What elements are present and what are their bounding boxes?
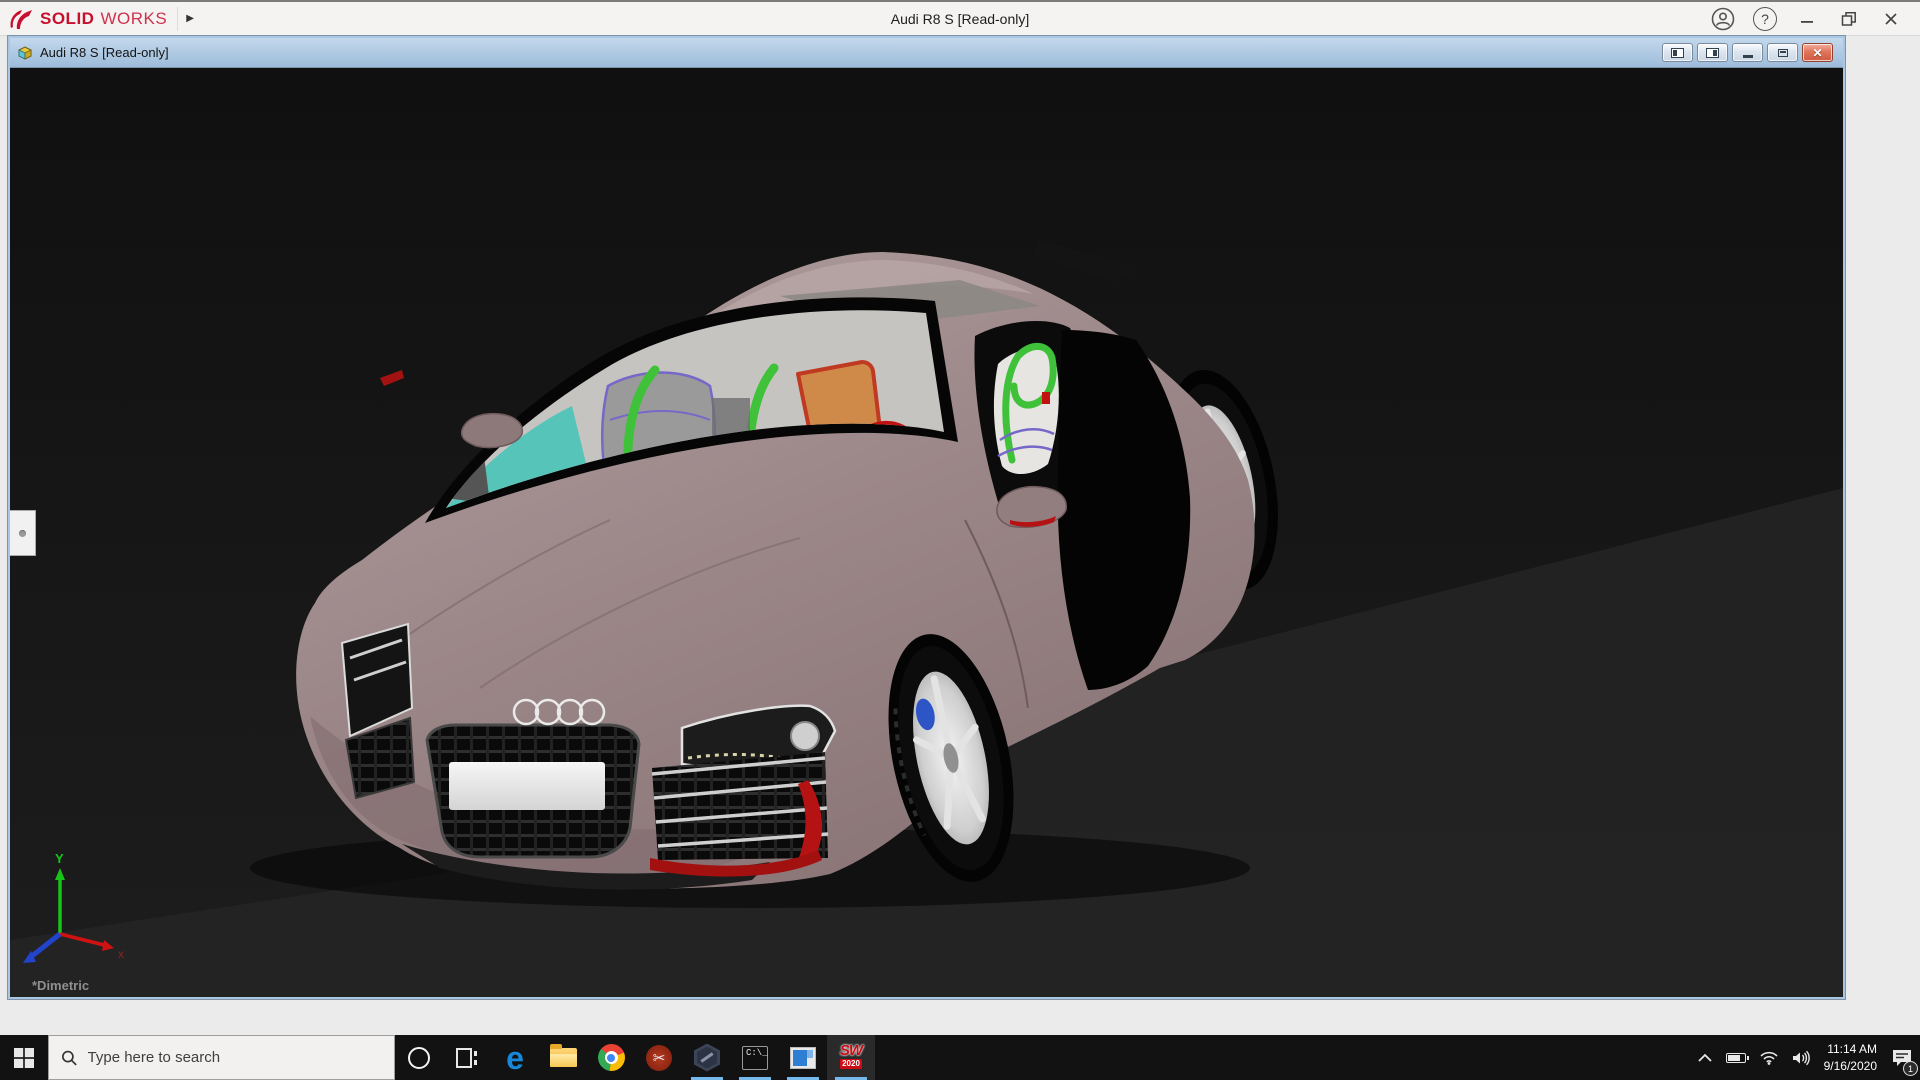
doc-close-icon: ✕ bbox=[1812, 47, 1822, 59]
battery-icon bbox=[1726, 1053, 1746, 1063]
wifi-icon bbox=[1760, 1051, 1778, 1065]
tray-date: 9/16/2020 bbox=[1824, 1058, 1877, 1074]
notification-count-badge: 1 bbox=[1903, 1061, 1918, 1076]
featuremanager-collapse-tab[interactable] bbox=[10, 510, 36, 556]
brand-text-bold: SOLID bbox=[40, 9, 94, 29]
taskbar-3d-viewer-button[interactable] bbox=[683, 1035, 731, 1080]
restore-button[interactable] bbox=[1830, 4, 1868, 34]
passenger-seat bbox=[994, 346, 1059, 474]
search-icon bbox=[61, 1049, 78, 1067]
right-intake-grille[interactable] bbox=[650, 752, 828, 877]
photos-app-icon bbox=[790, 1047, 816, 1069]
command-prompt-icon: C:\_ bbox=[742, 1046, 768, 1070]
solidworks-2020-icon: SW 2020 bbox=[836, 1043, 866, 1073]
app-window-controls: ? bbox=[1704, 4, 1920, 34]
taskbar-snipping-tool-button[interactable]: ✂ bbox=[635, 1035, 683, 1080]
taskbar-chrome-button[interactable] bbox=[587, 1035, 635, 1080]
brand-text-light: WORKS bbox=[100, 9, 167, 29]
tray-time: 11:14 AM bbox=[1827, 1041, 1877, 1057]
show-left-pane-button[interactable] bbox=[1662, 43, 1693, 62]
view-orientation-label: *Dimetric bbox=[32, 978, 89, 993]
cortana-button[interactable] bbox=[395, 1035, 443, 1080]
taskbar-edge-button[interactable]: e bbox=[491, 1035, 539, 1080]
search-input[interactable] bbox=[88, 1049, 382, 1066]
taskbar-solidworks-button[interactable]: SW 2020 bbox=[827, 1035, 875, 1080]
document-title: Audi R8 S [Read-only] bbox=[40, 45, 169, 60]
edge-icon: e bbox=[506, 1042, 524, 1074]
chevron-up-icon bbox=[1698, 1053, 1712, 1063]
doc-minimize-button[interactable] bbox=[1732, 43, 1763, 62]
account-icon bbox=[1711, 7, 1735, 31]
document-window: Audi R8 S [Read-only] ✕ bbox=[8, 36, 1845, 999]
graphics-viewport[interactable]: Y x *Dimetric bbox=[10, 68, 1843, 997]
close-icon bbox=[1884, 12, 1898, 26]
doc-restore-button[interactable] bbox=[1767, 43, 1798, 62]
doc-close-button[interactable]: ✕ bbox=[1802, 43, 1833, 62]
taskbar-file-explorer-button[interactable] bbox=[539, 1035, 587, 1080]
windows-logo-icon bbox=[13, 1047, 35, 1069]
left-mirror[interactable] bbox=[462, 414, 523, 448]
minimize-icon bbox=[1800, 12, 1814, 26]
taskbar-photos-button[interactable] bbox=[779, 1035, 827, 1080]
left-pane-icon bbox=[1671, 48, 1684, 58]
doc-minimize-icon bbox=[1743, 55, 1753, 58]
audi-r8-3d-model[interactable]: Y x bbox=[10, 68, 1843, 997]
minimize-button[interactable] bbox=[1788, 4, 1826, 34]
speaker-icon bbox=[1792, 1050, 1810, 1066]
clock[interactable]: 11:14 AM 9/16/2020 bbox=[1817, 1035, 1884, 1080]
account-button[interactable] bbox=[1704, 4, 1742, 34]
snipping-tool-icon: ✂ bbox=[646, 1045, 672, 1071]
volume-button[interactable] bbox=[1785, 1035, 1817, 1080]
battery-button[interactable] bbox=[1719, 1035, 1753, 1080]
taskbar: e ✂ C:\_ SW 2020 bbox=[0, 1035, 1920, 1080]
task-view-button[interactable] bbox=[443, 1035, 491, 1080]
taskbar-search[interactable] bbox=[48, 1035, 395, 1080]
show-right-pane-button[interactable] bbox=[1697, 43, 1728, 62]
license-plate bbox=[449, 762, 605, 810]
front-grille[interactable] bbox=[427, 725, 639, 857]
desktop: SOLID WORKS ▶ Audi R8 S [Read-only] ? bbox=[0, 0, 1920, 1080]
triad-x-label: x bbox=[118, 947, 124, 961]
app-title: Audi R8 S [Read-only] bbox=[0, 11, 1920, 27]
help-icon: ? bbox=[1753, 7, 1777, 31]
start-button[interactable] bbox=[0, 1035, 48, 1080]
triad-y-label: Y bbox=[55, 851, 64, 866]
system-tray: 11:14 AM 9/16/2020 1 bbox=[1691, 1035, 1920, 1080]
tray-overflow-button[interactable] bbox=[1691, 1035, 1719, 1080]
action-center-button[interactable]: 1 bbox=[1884, 1035, 1920, 1080]
part-document-icon bbox=[16, 44, 34, 62]
taskbar-command-prompt-button[interactable]: C:\_ bbox=[731, 1035, 779, 1080]
file-explorer-icon bbox=[550, 1048, 577, 1067]
cortana-icon bbox=[408, 1047, 430, 1069]
solidworks-logo-icon bbox=[8, 8, 34, 30]
help-button[interactable]: ? bbox=[1746, 4, 1784, 34]
close-button[interactable] bbox=[1872, 4, 1910, 34]
hexagon-app-icon bbox=[694, 1044, 720, 1072]
restore-icon bbox=[1841, 11, 1857, 27]
right-pane-icon bbox=[1706, 48, 1719, 58]
chrome-icon bbox=[598, 1044, 625, 1071]
task-view-icon bbox=[455, 1047, 479, 1069]
app-titlebar: SOLID WORKS ▶ Audi R8 S [Read-only] ? bbox=[0, 0, 1920, 36]
solidworks-logo: SOLID WORKS bbox=[0, 2, 177, 35]
document-window-controls: ✕ bbox=[1662, 43, 1837, 62]
network-button[interactable] bbox=[1753, 1035, 1785, 1080]
menu-expand-arrow[interactable]: ▶ bbox=[177, 7, 202, 31]
document-titlebar[interactable]: Audi R8 S [Read-only] ✕ bbox=[10, 38, 1843, 68]
doc-restore-icon bbox=[1778, 49, 1788, 57]
collapse-dot-icon bbox=[19, 530, 26, 537]
